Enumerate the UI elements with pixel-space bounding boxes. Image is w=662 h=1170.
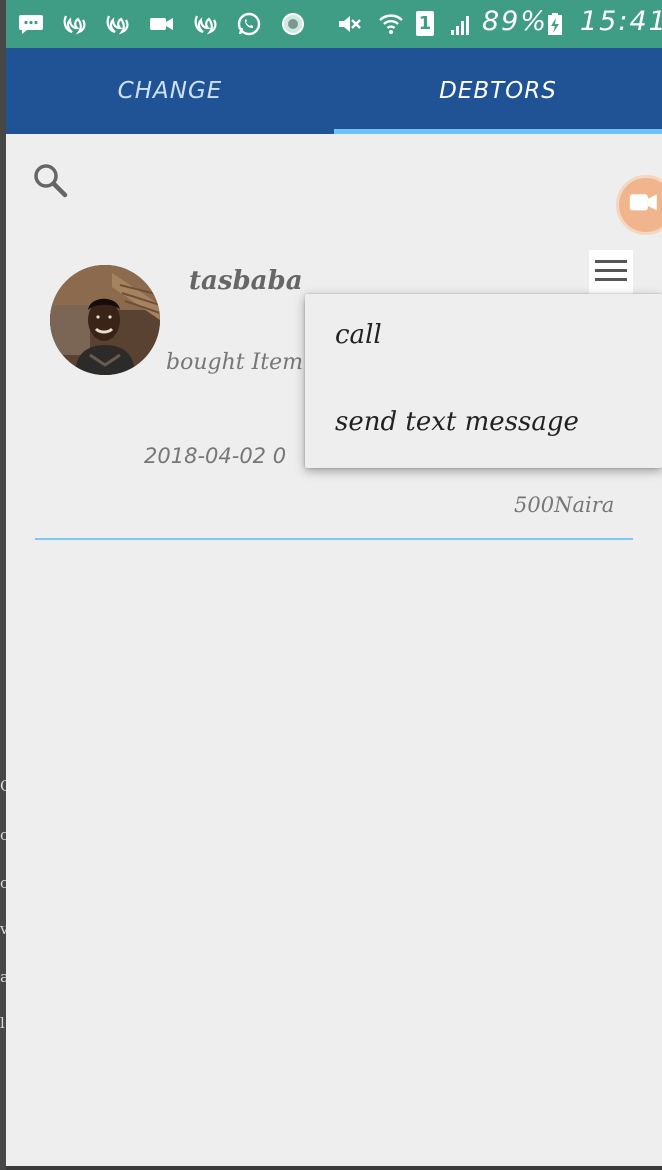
menu-item-send-text-message[interactable]: send text message	[335, 407, 579, 437]
messages-icon	[19, 15, 43, 34]
debtor-name: tasbaba	[189, 266, 303, 296]
menu-line	[595, 269, 627, 272]
avatar	[50, 265, 160, 375]
list-divider	[35, 538, 633, 540]
menu-line	[595, 278, 627, 281]
uc-browser-icon	[106, 15, 129, 35]
video-camera-icon	[629, 194, 657, 211]
mute-icon	[339, 16, 361, 32]
tab-bar: CHANGE DEBTORS	[6, 48, 662, 134]
battery-percentage: 89%	[482, 6, 549, 37]
tab-debtors[interactable]: DEBTORS	[334, 48, 662, 134]
popup-menu: call send text message	[305, 294, 662, 468]
overflow-menu-button[interactable]	[589, 250, 633, 294]
avatar-photo	[50, 265, 160, 375]
video-icon	[150, 18, 173, 30]
status-bar: 1 89% 15:41	[6, 0, 662, 48]
debtor-date: 2018-04-02 0	[144, 444, 287, 468]
debtor-description: bought Item	[166, 350, 303, 375]
menu-item-call[interactable]: call	[335, 320, 382, 350]
search-icon[interactable]	[30, 160, 70, 200]
wifi-icon	[379, 14, 403, 34]
sim-icon: 1	[416, 11, 434, 36]
uc-browser-icon	[63, 15, 86, 35]
debtor-amount: 500Naira	[514, 493, 615, 517]
tab-change[interactable]: CHANGE	[6, 48, 334, 134]
whatsapp-icon	[237, 12, 261, 36]
app-screen: 1 89% 15:41 CHANGE DEBTORS tasbaba bough…	[6, 0, 662, 1166]
uc-browser-icon	[194, 15, 217, 35]
floating-video-button[interactable]	[616, 175, 662, 235]
globe-app-icon	[282, 13, 304, 35]
active-tab-indicator	[334, 129, 662, 134]
sim-slot-label: 1	[418, 13, 432, 34]
clock: 15:41	[580, 6, 662, 37]
signal-icon	[451, 16, 469, 35]
battery-charging-icon	[548, 13, 562, 35]
menu-line	[595, 260, 627, 263]
